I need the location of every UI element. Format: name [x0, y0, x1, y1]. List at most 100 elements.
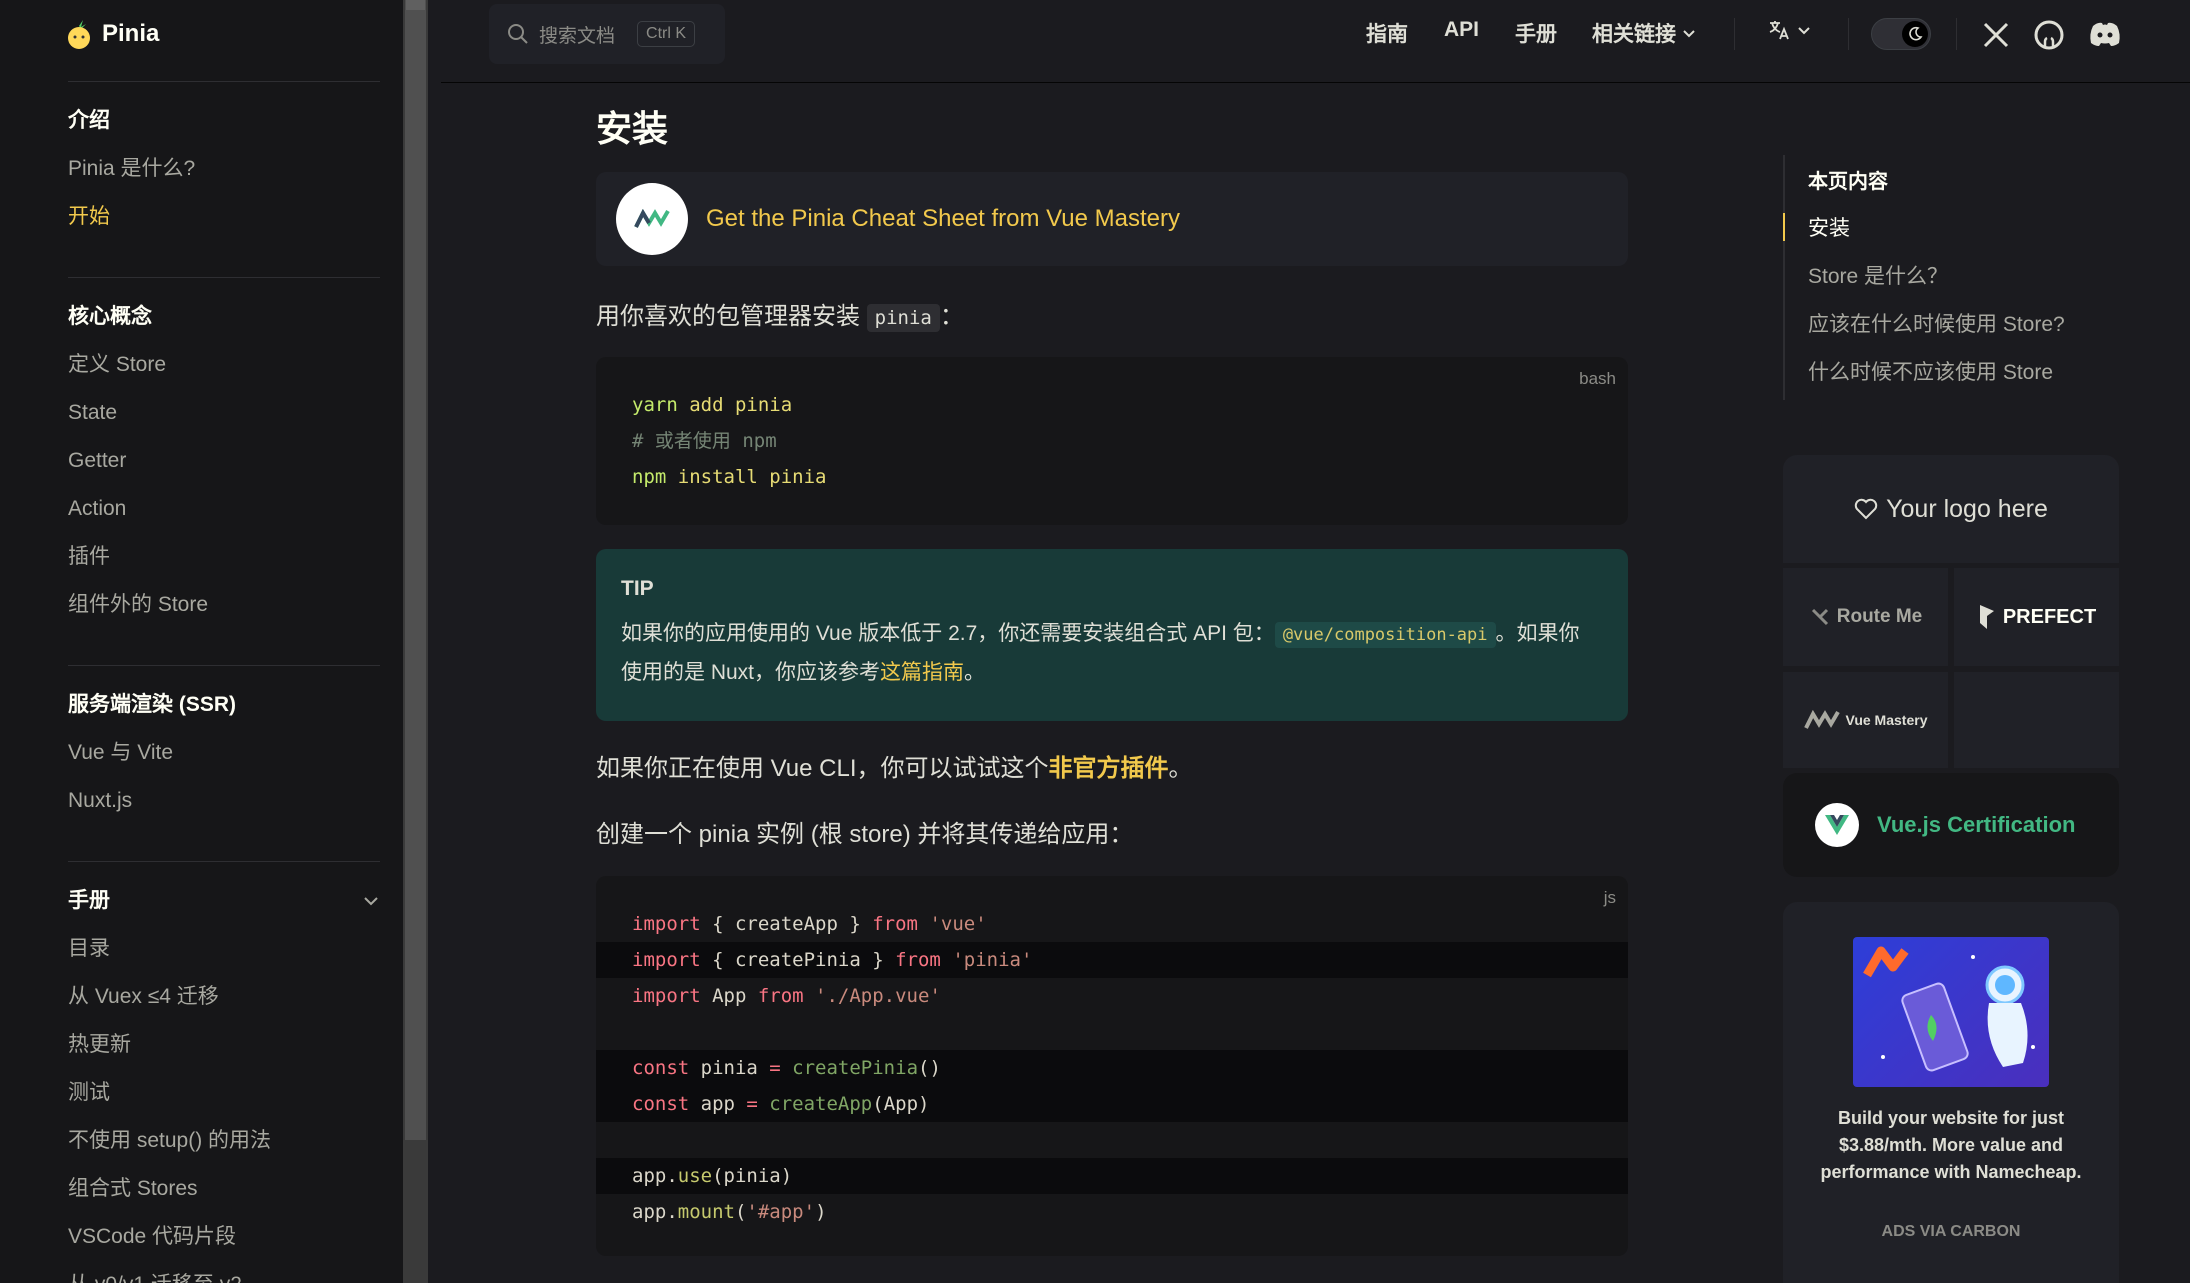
unofficial-plugin-link[interactable]: 非官方插件	[1049, 755, 1169, 782]
sidebar-item-composing-stores[interactable]: 组合式 Stores	[68, 1165, 380, 1213]
sidebar-item-vscode-snippets[interactable]: VSCode 代码片段	[68, 1213, 380, 1261]
code-block-bash[interactable]: bash yarn add pinia # 或者使用 npm npm insta…	[596, 357, 1628, 525]
page-title: 安装	[596, 108, 669, 149]
create-instance-paragraph: 创建一个 pinia 实例 (根 store) 并将其传递给应用：	[596, 821, 1134, 848]
nav-separator	[1956, 18, 1957, 50]
sponsor-routeme[interactable]: Route Me	[1783, 568, 1948, 666]
toc-item-what-is-store[interactable]: Store 是什么？	[1808, 260, 1948, 290]
vue-cert-text: Vue.js Certification	[1877, 812, 2076, 837]
text: 使用的是 Nuxt，你应该参考	[621, 661, 881, 684]
text: 如果你的应用使用的 Vue 版本低于 2.7，你还需要安装组合式 API 包：	[621, 622, 1275, 645]
carbon-ad[interactable]: Build your website for just $3.88/mth. M…	[1783, 902, 2119, 1283]
code-line: const app = createApp(App)	[632, 1093, 930, 1115]
vue-certification-banner[interactable]: Vue.js Certification	[1783, 773, 2119, 877]
nuxt-guide-link[interactable]: 这篇指南	[880, 661, 964, 684]
code-line: yarn add pinia	[632, 394, 793, 416]
heart-icon	[1854, 498, 1878, 520]
nav-separator	[1734, 18, 1735, 50]
sidebar-divider	[68, 277, 380, 278]
sidebar-item-state[interactable]: State	[68, 389, 380, 437]
brand-name: Pinia	[102, 20, 160, 47]
sponsor-empty-slot	[1954, 672, 2119, 768]
sidebar-item-testing[interactable]: 测试	[68, 1069, 380, 1117]
nav-link-cookbook[interactable]: 手册	[1515, 18, 1557, 48]
language-switcher[interactable]	[1767, 18, 1811, 42]
sidebar-item-action[interactable]: Action	[68, 485, 380, 533]
sidebar-item-migrate-v2[interactable]: 从 v0/v1 迁移至 v2	[68, 1261, 380, 1283]
sidebar-item-getter[interactable]: Getter	[68, 437, 380, 485]
sidebar-item-options-api[interactable]: 不使用 setup() 的用法	[68, 1117, 380, 1165]
brand[interactable]: Pinia	[66, 14, 159, 54]
sidebar-group-cookbook: 手册 目录 从 Vuex ≤4 迁移 热更新 测试 不使用 setup() 的用…	[68, 877, 380, 1283]
tip-callout: TIP 如果你的应用使用的 Vue 版本低于 2.7，你还需要安装组合式 API…	[596, 549, 1628, 721]
text: 如果你正在使用 Vue CLI，你可以试试这个	[596, 755, 1049, 782]
tip-body: 如果你的应用使用的 Vue 版本低于 2.7，你还需要安装组合式 API 包： @…	[621, 615, 1603, 691]
inline-code: @vue/composition-api	[1274, 622, 1496, 648]
toc-item-install[interactable]: 安装	[1808, 212, 1850, 242]
carbon-ad-text[interactable]: Build your website for just $3.88/mth. M…	[1813, 1105, 2089, 1186]
vue-mastery-icon	[1803, 710, 1840, 729]
text: 。如果你	[1495, 622, 1580, 645]
sponsor-prefect[interactable]: PREFECT	[1954, 568, 2119, 666]
sidebar-scrollbar-thumb[interactable]	[405, 0, 426, 1140]
cheat-sheet-link: Get the Pinia Cheat Sheet from Vue Maste…	[706, 205, 1181, 232]
search-button[interactable]: 搜索文档 Ctrl K	[489, 4, 725, 64]
prefect-icon	[1979, 605, 1994, 629]
tip-title: TIP	[621, 577, 654, 600]
code-line: app.mount('#app')	[632, 1201, 827, 1223]
sidebar-group-intro: 介绍 Pinia 是什么? 开始	[68, 97, 380, 241]
pinia-logo-icon	[68, 20, 90, 49]
code-block-js[interactable]: js import { createApp } from 'vue' impor…	[596, 876, 1628, 1256]
sidebar-divider	[68, 861, 380, 862]
sidebar-item-plugins[interactable]: 插件	[68, 533, 380, 581]
nav-link-guide[interactable]: 指南	[1366, 18, 1408, 48]
install-paragraph: 用你喜欢的包管理器安装 pinia：	[596, 296, 964, 332]
toc-item-when-to-use[interactable]: 应该在什么时候使用 Store?	[1808, 308, 2065, 338]
carbon-ad-via[interactable]: ADS VIA CARBON	[1783, 1223, 2119, 1241]
vue-cli-paragraph: 如果你正在使用 Vue CLI，你可以试试这个非官方插件。	[596, 748, 1193, 783]
sidebar-item-migrate-vuex[interactable]: 从 Vuex ≤4 迁移	[68, 973, 380, 1021]
top-nav: 搜索文档 Ctrl K 指南 API 手册 相关链接	[441, 0, 2190, 83]
sidebar-group-title: 核心概念	[68, 305, 152, 328]
sidebar-group-title-cookbook[interactable]: 手册	[68, 877, 380, 925]
chevron-down-icon	[1798, 27, 1810, 35]
sidebar-item-what-is-pinia[interactable]: Pinia 是什么?	[68, 145, 380, 193]
sidebar-item-nuxt[interactable]: Nuxt.js	[68, 777, 380, 825]
discord-icon[interactable]	[2088, 20, 2122, 48]
code-line: const pinia = createPinia()	[632, 1057, 941, 1079]
nav-dropdown-related-links[interactable]: 相关链接	[1592, 18, 1696, 48]
sidebar-item-define-store[interactable]: 定义 Store	[68, 341, 380, 389]
sidebar-group-title-text: 手册	[68, 889, 110, 912]
code-line: import App from './App.vue'	[632, 985, 941, 1007]
text: 用你喜欢的包管理器安装	[596, 303, 860, 330]
code-line: import { createPinia } from 'pinia'	[632, 949, 1033, 971]
code-line: npm install pinia	[632, 466, 827, 488]
sidebar-item-toc[interactable]: 目录	[68, 925, 380, 973]
sidebar-item-outside-component[interactable]: 组件外的 Store	[68, 581, 380, 629]
sidebar-divider	[68, 665, 380, 666]
sidebar-divider	[68, 81, 380, 82]
sidebar-item-getting-started[interactable]: 开始	[68, 193, 380, 241]
nav-link-api[interactable]: API	[1444, 18, 1479, 42]
scroll-up-arrow[interactable]	[406, 0, 425, 10]
x-twitter-icon[interactable]	[1981, 20, 2011, 50]
github-icon[interactable]	[2033, 19, 2065, 51]
text: 。	[1168, 755, 1193, 782]
sponsor-your-logo[interactable]: Your logo here	[1783, 455, 2119, 563]
sidebar-item-hmr[interactable]: 热更新	[68, 1021, 380, 1069]
sidebar: Pinia 介绍 Pinia 是什么? 开始 核心概念 定义 Store Sta…	[0, 0, 403, 1283]
toc-item-when-not-to-use[interactable]: 什么时候不应该使用 Store	[1808, 356, 2053, 386]
namecheap-astronaut-illustration	[1863, 946, 2035, 1072]
sponsor-routeme-text: Route Me	[1836, 606, 1923, 627]
sponsor-vuemastery[interactable]: Vue Mastery	[1783, 672, 1948, 768]
translate-icon	[1769, 21, 1789, 40]
sidebar-item-vue-vite[interactable]: Vue 与 Vite	[68, 729, 380, 777]
routeme-icon	[1811, 608, 1828, 626]
vue-mastery-logo	[616, 183, 688, 255]
carbon-ad-image[interactable]	[1853, 937, 2049, 1087]
vue-mastery-icon	[634, 209, 670, 228]
sponsor-vuemastery-text: Vue Mastery	[1845, 712, 1928, 728]
cheat-sheet-banner[interactable]: Get the Pinia Cheat Sheet from Vue Maste…	[596, 172, 1628, 266]
sponsor-logo-text: Your logo here	[1886, 494, 2048, 523]
theme-toggle[interactable]	[1871, 18, 1931, 50]
